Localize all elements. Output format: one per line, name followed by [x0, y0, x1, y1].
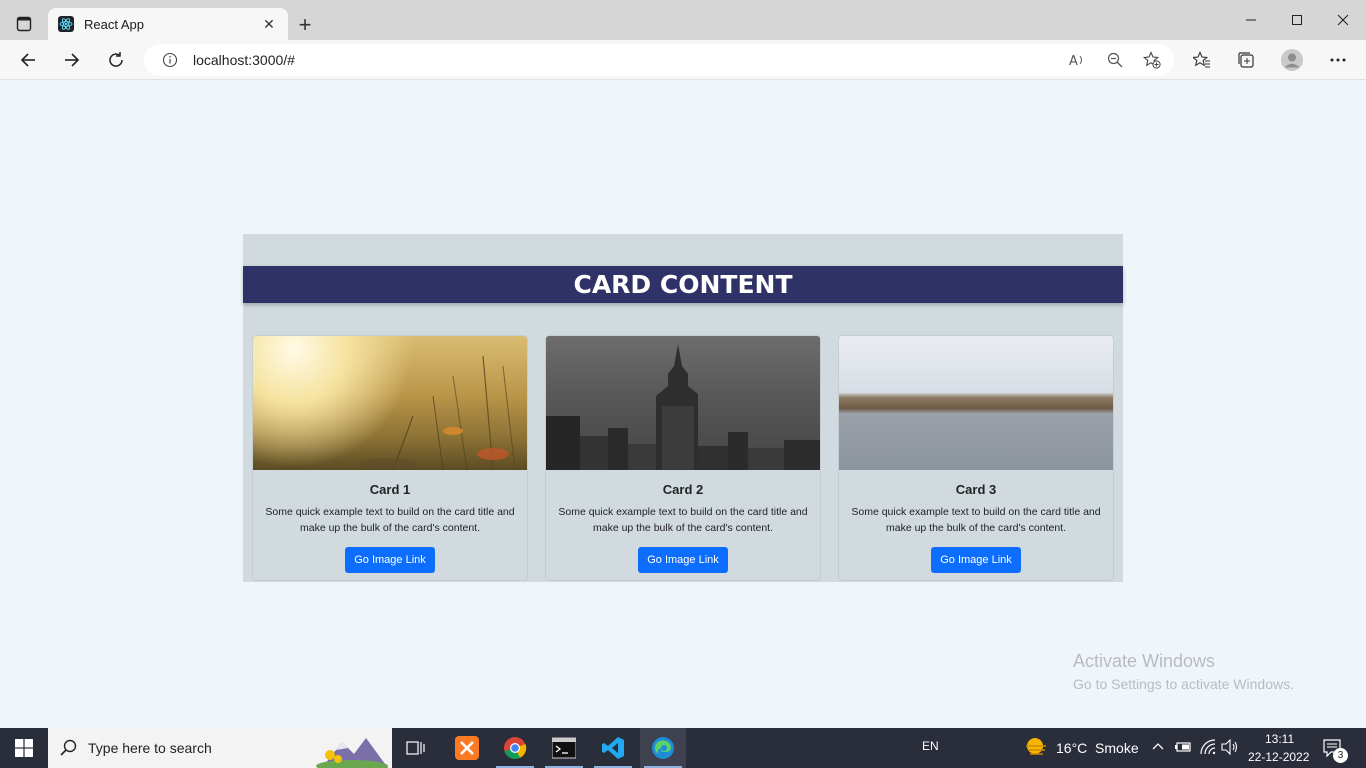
clock-date[interactable]: 22-12-2022 — [1248, 750, 1309, 764]
chevron-up-icon[interactable] — [1152, 740, 1164, 758]
card-title: Card 1 — [369, 482, 411, 497]
card-2: Card 2 Some quick example text to build … — [545, 335, 821, 581]
task-view-icon[interactable] — [393, 728, 439, 768]
card-text: Some quick example text to build on the … — [558, 506, 808, 534]
go-image-link-button[interactable]: Go Image Link — [931, 547, 1021, 573]
go-image-link-button[interactable]: Go Image Link — [345, 547, 435, 573]
card-text: Some quick example text to build on the … — [265, 506, 515, 534]
battery-icon[interactable] — [1174, 740, 1192, 759]
card-title: Card 2 — [662, 482, 704, 497]
close-tab-icon[interactable]: ✕ — [260, 16, 278, 33]
card-panel: CARD CONTENT Card 1 Some quick example t… — [243, 234, 1123, 582]
collections-icon[interactable] — [1231, 45, 1261, 75]
search-icon — [60, 739, 78, 762]
read-aloud-icon[interactable]: A — [1068, 50, 1088, 70]
new-tab-icon[interactable]: + — [292, 12, 318, 38]
wifi-icon[interactable] — [1199, 739, 1217, 760]
weather-icon — [1024, 737, 1048, 764]
card-3-image — [839, 336, 1113, 470]
edge-icon[interactable] — [640, 728, 686, 768]
card-content-header: CARD CONTENT — [243, 266, 1123, 303]
forward-icon[interactable] — [57, 45, 87, 75]
favorites-icon[interactable] — [1187, 45, 1217, 75]
zoom-out-icon[interactable] — [1105, 50, 1125, 70]
add-favorite-icon[interactable] — [1142, 50, 1162, 70]
watermark-title: Activate Windows — [1073, 651, 1216, 671]
search-highlights-icon — [312, 728, 392, 768]
terminal-icon[interactable] — [541, 728, 587, 768]
minimize-icon[interactable] — [1228, 0, 1274, 40]
browser-toolbar: localhost:3000/# A — [0, 40, 1366, 80]
vscode-icon[interactable] — [590, 728, 636, 768]
card-1: Card 1 Some quick example text to build … — [252, 335, 528, 581]
volume-icon[interactable] — [1221, 738, 1239, 760]
more-menu-icon[interactable] — [1323, 45, 1353, 75]
activate-windows-watermark: Activate Windows Go to Settings to activ… — [1073, 651, 1294, 692]
xampp-icon[interactable] — [444, 728, 490, 768]
windows-taskbar: Type here to search EN 16°C Smoke 13:11 … — [0, 728, 1366, 768]
url-text[interactable]: localhost:3000/# — [193, 52, 295, 68]
weather-text[interactable]: 16°C Smoke — [1056, 740, 1139, 756]
tab-actions-icon[interactable] — [10, 10, 38, 38]
card-2-image — [546, 336, 820, 470]
info-icon[interactable] — [162, 52, 178, 73]
page-title: CARD CONTENT — [573, 270, 793, 299]
windows-start-icon[interactable] — [0, 728, 48, 768]
language-indicator[interactable]: EN — [922, 739, 939, 753]
card-text: Some quick example text to build on the … — [851, 506, 1101, 534]
notification-badge: 3 — [1333, 748, 1348, 763]
maximize-icon[interactable] — [1274, 0, 1320, 40]
search-placeholder: Type here to search — [88, 740, 212, 756]
card-3: Card 3 Some quick example text to build … — [838, 335, 1114, 581]
browser-tab[interactable]: React App ✕ — [48, 8, 288, 40]
browser-tab-bar: React App ✕ + — [0, 0, 1366, 40]
profile-avatar-icon[interactable] — [1277, 45, 1307, 75]
chrome-icon[interactable] — [492, 728, 538, 768]
close-window-icon[interactable] — [1320, 0, 1366, 40]
refresh-icon[interactable] — [101, 45, 131, 75]
back-icon[interactable] — [13, 45, 43, 75]
taskbar-search-box[interactable]: Type here to search — [48, 728, 392, 768]
react-favicon-icon — [58, 16, 74, 32]
clock-time[interactable]: 13:11 — [1265, 732, 1294, 746]
card-1-image — [253, 336, 527, 470]
card-title: Card 3 — [955, 482, 997, 497]
go-image-link-button[interactable]: Go Image Link — [638, 547, 728, 573]
svg-text:A: A — [1069, 54, 1078, 68]
watermark-subtitle: Go to Settings to activate Windows. — [1073, 676, 1294, 692]
address-bar[interactable]: localhost:3000/# A — [144, 44, 1174, 76]
tab-title: React App — [84, 16, 144, 32]
